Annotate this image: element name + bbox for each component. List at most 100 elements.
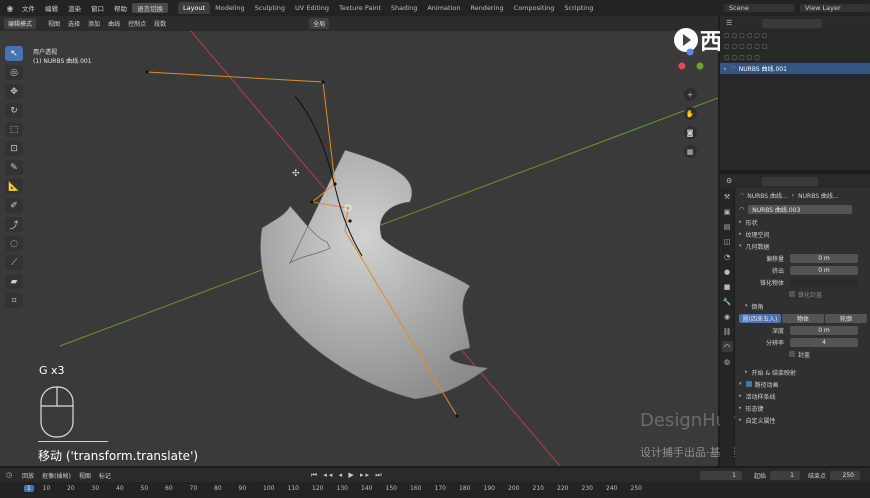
properties-search-input[interactable]	[762, 176, 819, 186]
outliner-editor-icon[interactable]: ☰	[726, 19, 732, 27]
output-tab-icon[interactable]: ▤	[722, 221, 733, 232]
tilt-tool-icon[interactable]: ⟋	[5, 255, 23, 270]
offset-field[interactable]: 0 m	[790, 253, 858, 263]
shear-tool-icon[interactable]: ⌗	[5, 293, 23, 308]
measure-tool-icon[interactable]: 📐	[5, 179, 23, 194]
timeline-editor-icon[interactable]: ◷	[6, 471, 12, 479]
3d-viewport[interactable]: ✣	[0, 16, 718, 466]
annotate-tool-icon[interactable]: ✎	[5, 160, 23, 175]
tab-texture-paint[interactable]: Texture Paint	[334, 2, 386, 14]
mode-selector[interactable]: 编辑模式	[4, 18, 37, 29]
menu-file[interactable]: 文件	[17, 3, 40, 13]
section-active-spline[interactable]: ▸ 活动样条线	[735, 390, 870, 402]
depth-field[interactable]: 0 m	[790, 325, 858, 335]
select-tool-icon[interactable]: ↖	[5, 46, 23, 61]
fill-caps-checkbox[interactable]	[789, 351, 795, 357]
camera-icon[interactable]: ◙	[683, 126, 697, 139]
tool-tab-icon[interactable]: ⚒	[722, 191, 733, 202]
constraint-tab-icon[interactable]: ⛓	[722, 326, 733, 337]
tab-animation[interactable]: Animation	[422, 2, 465, 14]
section-geometry[interactable]: ▾ 几何数据	[735, 240, 870, 252]
physics-tab-icon[interactable]: ◉	[722, 311, 733, 322]
tab-sculpting[interactable]: Sculpting	[250, 2, 290, 14]
bevel-mode-object[interactable]: 物体	[782, 313, 824, 323]
menu-segments[interactable]: 段数	[150, 19, 170, 28]
outliner-search-input[interactable]	[762, 18, 823, 28]
extrude-field[interactable]: 0 m	[790, 265, 858, 275]
transform-tool-icon[interactable]: ⊡	[5, 141, 23, 156]
timeline-ruler[interactable]: 1 10 20 30 40 50 60 70 80 90 100 110 120 130 140 150 160…	[0, 482, 870, 498]
bevel-mode-round[interactable]: 圆(四舍五入)	[739, 313, 781, 323]
menu-view[interactable]: 视图	[44, 19, 64, 28]
section-texture-space[interactable]: ▸ 纹理空间	[735, 228, 870, 240]
section-shape-keys[interactable]: ▸ 形态键	[735, 402, 870, 414]
transform-orientation[interactable]: 全局	[309, 18, 330, 29]
scene-tab-icon[interactable]: ◔	[722, 251, 733, 262]
curve-data-tab-icon[interactable]: ◠	[721, 341, 733, 352]
taper-object-field[interactable]	[790, 277, 858, 287]
expand-icon[interactable]: ▸	[724, 66, 727, 72]
path-anim-checkbox[interactable]	[745, 381, 752, 387]
resolution-field[interactable]: 4	[790, 337, 858, 347]
taper-cap-checkbox[interactable]	[789, 291, 795, 297]
blender-logo-icon[interactable]: ◉	[3, 2, 17, 14]
menu-timeline-view[interactable]: 视图	[75, 471, 95, 480]
section-bevel[interactable]: ▾ 倒角	[735, 300, 870, 312]
menu-add[interactable]: 添加	[84, 19, 104, 28]
extrude-tool-icon[interactable]: ⤴	[5, 217, 23, 232]
menu-select[interactable]: 选择	[64, 19, 84, 28]
section-path-anim[interactable]: ▾ 路径动画	[735, 378, 870, 390]
menu-keying[interactable]: 抠像(插帧)	[38, 471, 75, 480]
tab-rendering[interactable]: Rendering	[465, 2, 508, 14]
radius-tool-icon[interactable]: ◌	[5, 236, 23, 251]
move-tool-icon[interactable]: ✥	[5, 84, 23, 99]
end-frame-field[interactable]: 250	[830, 470, 860, 480]
menu-control-points[interactable]: 控制点	[124, 19, 150, 28]
section-custom-props[interactable]: ▸ 自定义属性	[735, 414, 870, 426]
scene-selector[interactable]: Scene	[724, 4, 794, 12]
grid-view-icon[interactable]: ▦	[683, 145, 697, 158]
axis-gizmo-icon[interactable]	[662, 30, 718, 80]
start-frame-field[interactable]: 1	[769, 470, 800, 480]
tab-compositing[interactable]: Compositing	[509, 2, 560, 14]
datablock-field[interactable]: NURBS 曲线.003	[748, 204, 853, 214]
modifier-tab-icon[interactable]: 🔧	[722, 296, 733, 307]
language-toggle[interactable]: 语言切换	[132, 3, 168, 13]
menu-marker[interactable]: 标记	[95, 471, 115, 480]
list-item[interactable]: ▢ ▢ ▢ ▢ ▢ ▢	[720, 41, 870, 52]
view-layer-tab-icon[interactable]: ◫	[722, 236, 733, 247]
object-tab-icon[interactable]: ■	[722, 281, 733, 292]
menu-window[interactable]: 窗口	[86, 3, 109, 13]
properties-editor-icon[interactable]: ⚙	[726, 177, 732, 185]
bevel-mode-profile[interactable]: 轮廓	[825, 313, 867, 323]
draw-tool-icon[interactable]: ✐	[5, 198, 23, 213]
cursor-tool-icon[interactable]: ◎	[5, 65, 23, 80]
list-item[interactable]: ▢ ▢ ▢ ▢ ▢	[720, 52, 870, 63]
scale-tool-icon[interactable]: ⬚	[5, 122, 23, 137]
randomize-tool-icon[interactable]: ▰	[5, 274, 23, 289]
menu-playback[interactable]: 回放	[18, 471, 38, 480]
tab-layout[interactable]: Layout	[178, 2, 211, 14]
outliner-row-nurbs[interactable]: ▸ ◠ NURBS 曲线.001	[720, 63, 870, 74]
menu-help[interactable]: 帮助	[109, 3, 132, 13]
tab-shading[interactable]: Shading	[386, 2, 422, 14]
rotate-tool-icon[interactable]: ↻	[5, 103, 23, 118]
world-tab-icon[interactable]: ●	[722, 266, 733, 277]
tab-scripting[interactable]: Scripting	[559, 2, 598, 14]
current-frame-field[interactable]: 1	[699, 470, 742, 480]
material-tab-icon[interactable]: ◍	[722, 356, 733, 367]
menu-render[interactable]: 渲染	[63, 3, 86, 13]
render-tab-icon[interactable]: ▣	[722, 206, 733, 217]
context-object[interactable]: NURBS 曲线...	[747, 191, 788, 200]
section-shape[interactable]: ▸ 形状	[735, 216, 870, 228]
list-item[interactable]: ▢ ▢ ▢ ▢ ▢ ▢	[720, 30, 870, 41]
menu-curve[interactable]: 曲线	[104, 19, 124, 28]
pan-hand-icon[interactable]: ✋	[683, 107, 697, 120]
playback-controls-icon[interactable]: ⏮ ◂◂ ◂ ▶ ▸▸ ⏭	[311, 471, 384, 480]
context-data[interactable]: NURBS 曲线...	[798, 191, 839, 200]
zoom-icon[interactable]: +	[683, 88, 697, 101]
menu-edit[interactable]: 编辑	[40, 3, 63, 13]
view-layer-selector[interactable]: View Layer	[800, 4, 870, 12]
tab-uv-editing[interactable]: UV Editing	[290, 2, 334, 14]
tab-modeling[interactable]: Modeling	[210, 2, 250, 14]
